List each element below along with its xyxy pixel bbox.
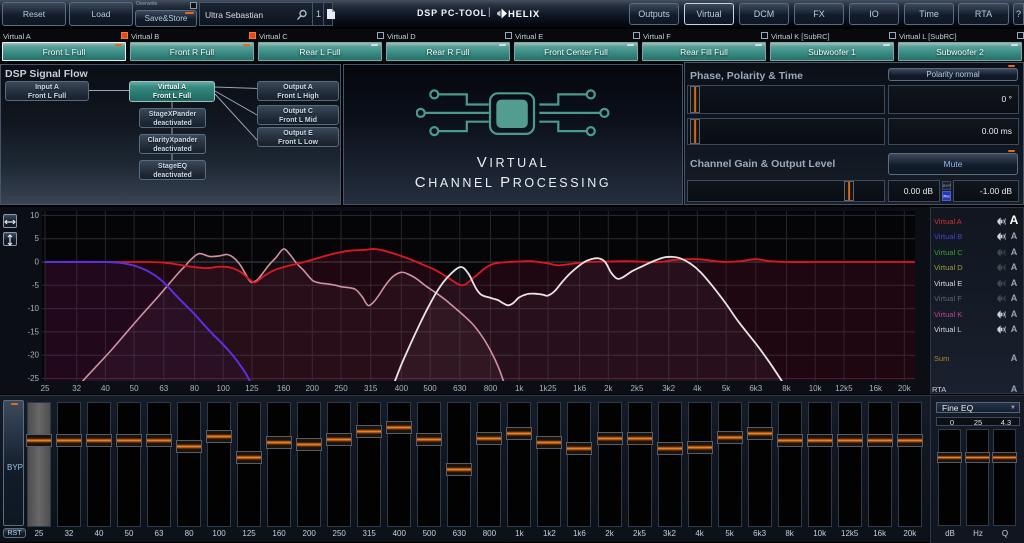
svg-text:63: 63 [159,384,168,393]
svg-text:630: 630 [453,384,467,393]
svg-text:16k: 16k [869,384,883,393]
svg-text:10k: 10k [809,384,823,393]
svg-text:1k: 1k [515,384,524,393]
svg-text:500: 500 [423,384,437,393]
svg-text:20k: 20k [898,384,912,393]
svg-text:100: 100 [217,384,231,393]
svg-text:-25: -25 [27,374,39,383]
svg-text:-5: -5 [32,281,40,290]
svg-text:10: 10 [30,211,39,220]
svg-text:5: 5 [35,234,40,243]
svg-text:-10: -10 [27,304,39,313]
svg-text:-20: -20 [27,351,39,360]
svg-text:80: 80 [190,384,199,393]
svg-text:2k5: 2k5 [631,384,644,393]
svg-text:6k3: 6k3 [749,384,762,393]
svg-text:-15: -15 [27,327,39,336]
svg-text:2k: 2k [604,384,613,393]
svg-text:1k25: 1k25 [539,384,557,393]
svg-text:25: 25 [41,384,50,393]
svg-text:800: 800 [484,384,498,393]
svg-text:50: 50 [130,384,139,393]
svg-text:0: 0 [35,258,40,267]
svg-text:HELIX: HELIX [508,9,540,19]
svg-text:32: 32 [72,384,81,393]
svg-text:5k: 5k [722,384,731,393]
svg-text:200: 200 [306,384,320,393]
svg-text:40: 40 [101,384,110,393]
svg-text:250: 250 [334,384,348,393]
svg-text:315: 315 [364,384,378,393]
svg-text:3k2: 3k2 [662,384,675,393]
svg-text:1k6: 1k6 [573,384,586,393]
svg-text:400: 400 [395,384,409,393]
svg-text:8k: 8k [782,384,791,393]
svg-text:4k: 4k [693,384,702,393]
svg-text:125: 125 [245,384,259,393]
svg-text:160: 160 [277,384,291,393]
svg-text:12k5: 12k5 [835,384,853,393]
